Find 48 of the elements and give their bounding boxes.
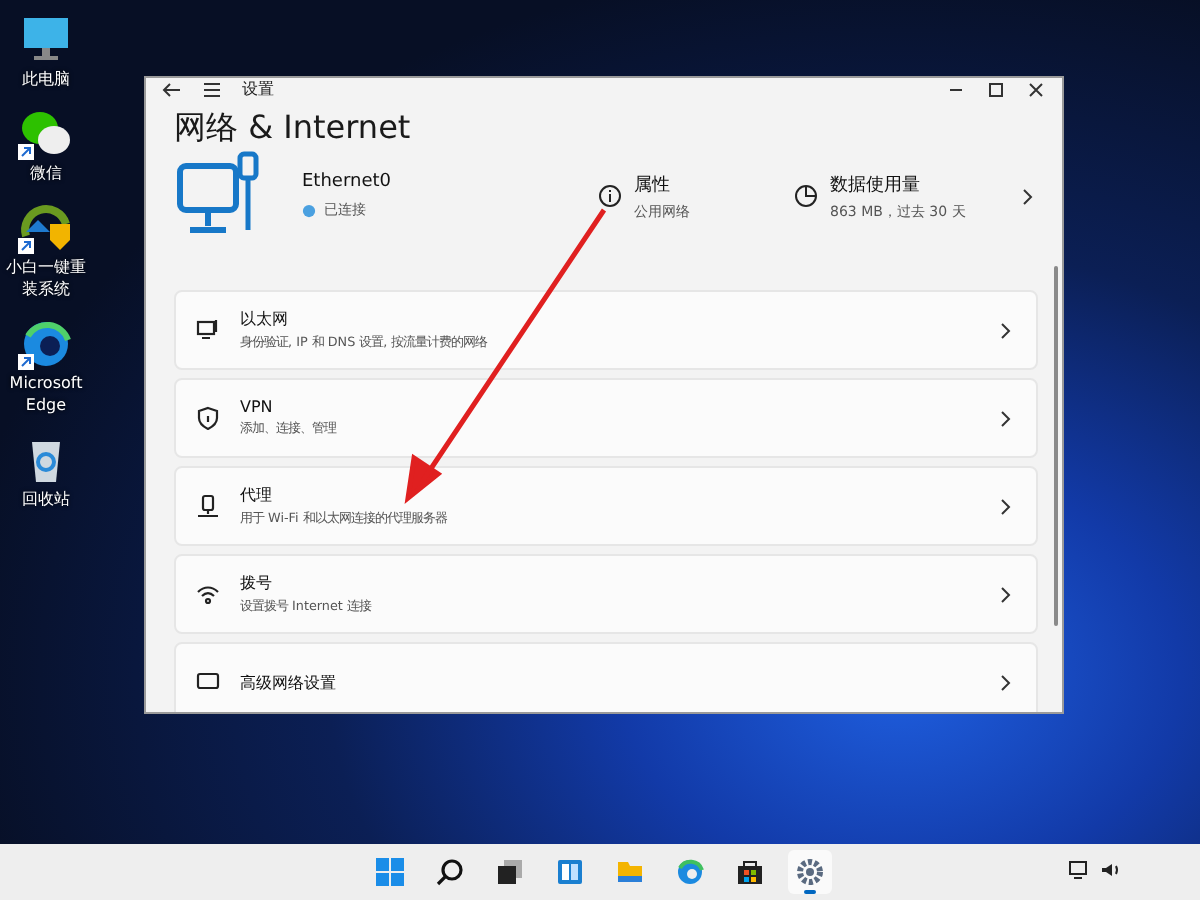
chat-bubbles-icon[interactable] <box>18 106 74 162</box>
item-title: 拨号 <box>240 572 274 594</box>
back-arrow-icon[interactable] <box>162 79 182 99</box>
task-view-icon <box>496 858 524 886</box>
phone-icon <box>196 582 220 606</box>
speaker-icon[interactable] <box>1100 860 1120 880</box>
folder-icon <box>616 858 644 886</box>
globe-icon <box>302 203 316 217</box>
monitor-icon <box>196 670 220 694</box>
connection-name: Ethernet0 <box>302 172 393 192</box>
search-icon <box>436 858 464 886</box>
gear-icon <box>796 858 824 886</box>
close-icon[interactable] <box>1026 79 1046 99</box>
browser-icon[interactable] <box>18 316 74 372</box>
item-title: 以太网 <box>240 308 290 330</box>
info-icon[interactable] <box>598 184 622 208</box>
shield-icon <box>196 406 220 430</box>
maximize-icon[interactable] <box>986 79 1006 99</box>
installer-icon[interactable] <box>18 200 74 256</box>
chevron-right-icon <box>1022 187 1034 205</box>
menu-icon[interactable] <box>202 79 222 99</box>
desktop-icon-label[interactable]: 此电脑 <box>22 68 70 90</box>
windows-logo-icon <box>376 858 404 886</box>
item-title: VPN <box>240 398 275 416</box>
desktop-icon-label[interactable]: 回收站 <box>22 488 70 510</box>
proxy-icon <box>196 494 220 518</box>
widgets-icon <box>556 858 584 886</box>
chevron-right-icon <box>1000 321 1012 339</box>
item-title: 高级网络设置 <box>240 671 338 693</box>
shopping-bag-icon <box>736 858 764 886</box>
network-icon[interactable] <box>1068 860 1088 880</box>
chevron-right-icon <box>1000 585 1012 603</box>
page-heading: 网络 & Internet <box>172 106 413 150</box>
chevron-right-icon <box>1000 409 1012 427</box>
item-title: 代理 <box>240 484 274 506</box>
browser-icon <box>676 858 704 886</box>
pie-chart-icon[interactable] <box>794 184 818 208</box>
data-usage-title[interactable]: 数据使用量 <box>830 171 1010 197</box>
desktop-icon-label[interactable]: 微信 <box>30 162 62 184</box>
properties-title[interactable]: 属性 <box>634 171 690 197</box>
monitor-plug-icon <box>196 318 220 342</box>
chevron-right-icon <box>1000 497 1012 515</box>
window-title: 设置 <box>242 78 276 100</box>
settings-item[interactable]: 高级网络设置 <box>174 642 1038 712</box>
chevron-right-icon <box>1000 673 1012 691</box>
desktop-icon-label[interactable]: Microsoft Edge <box>0 372 92 416</box>
scrollbar[interactable] <box>1054 266 1058 626</box>
desktop-icon-label[interactable]: 小白一键重装系统 <box>0 256 92 300</box>
